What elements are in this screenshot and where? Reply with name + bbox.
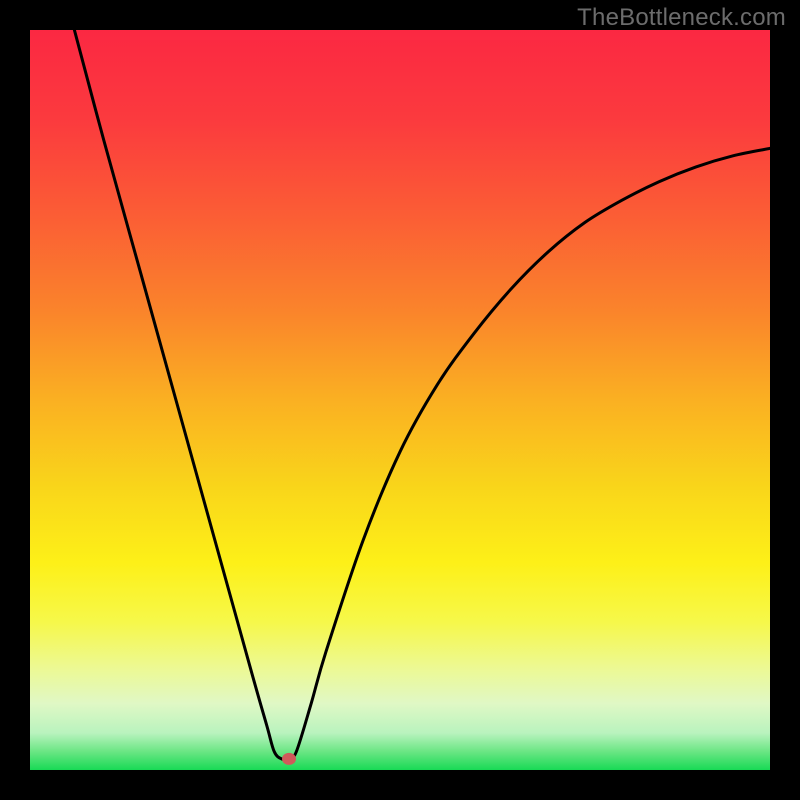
chart-svg [30, 30, 770, 770]
plot-area [30, 30, 770, 770]
chart-frame: TheBottleneck.com [0, 0, 800, 800]
optimal-point-marker [282, 753, 296, 765]
watermark-text: TheBottleneck.com [577, 4, 786, 32]
gradient-background [30, 30, 770, 770]
